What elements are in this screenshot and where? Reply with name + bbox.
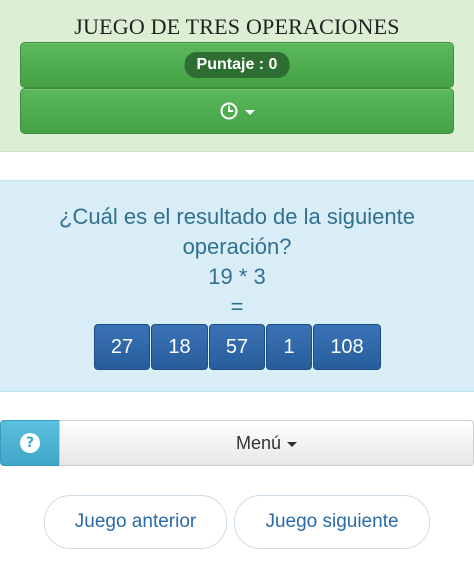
question-text-line1: ¿Cuál es el resultado de la siguiente (59, 204, 415, 229)
equals-sign: = (230, 294, 244, 319)
next-game-button[interactable]: Juego siguiente (234, 495, 430, 549)
game-title: JUEGO DE TRES OPERACIONES (74, 14, 400, 39)
question-expression: 19 * 3 (208, 264, 266, 289)
answer-button-3[interactable]: 57 (209, 324, 265, 370)
previous-game-button[interactable]: Juego anterior (44, 495, 227, 549)
answer-button-1[interactable]: 27 (94, 324, 150, 370)
help-button[interactable]: ? (0, 420, 60, 466)
caret-down-icon (287, 442, 298, 447)
answer-button-5[interactable]: 108 (313, 324, 381, 370)
question-panel: ¿Cuál es el resultado de la siguiente op… (0, 180, 474, 392)
menu-label: Menú (235, 432, 282, 453)
answer-options: 27 18 57 1 108 (94, 324, 381, 370)
timer-content (219, 101, 255, 121)
question-text-line2: operación? (182, 234, 292, 259)
menu-dropdown-button[interactable]: Menú (59, 420, 474, 466)
timer-dropdown-button[interactable] (20, 88, 454, 134)
caret-down-icon (245, 109, 255, 115)
answer-button-4[interactable]: 1 (266, 324, 312, 370)
clock-icon (220, 102, 238, 120)
score-bar: Puntaje : 0 (20, 42, 454, 88)
score-badge: Puntaje : 0 (184, 52, 290, 78)
answer-button-2[interactable]: 18 (151, 324, 208, 370)
menu-row: ? Menú (0, 420, 474, 466)
question-circle-icon: ? (20, 433, 40, 453)
header-panel: JUEGO DE TRES OPERACIONES Puntaje : 0 (0, 0, 474, 152)
